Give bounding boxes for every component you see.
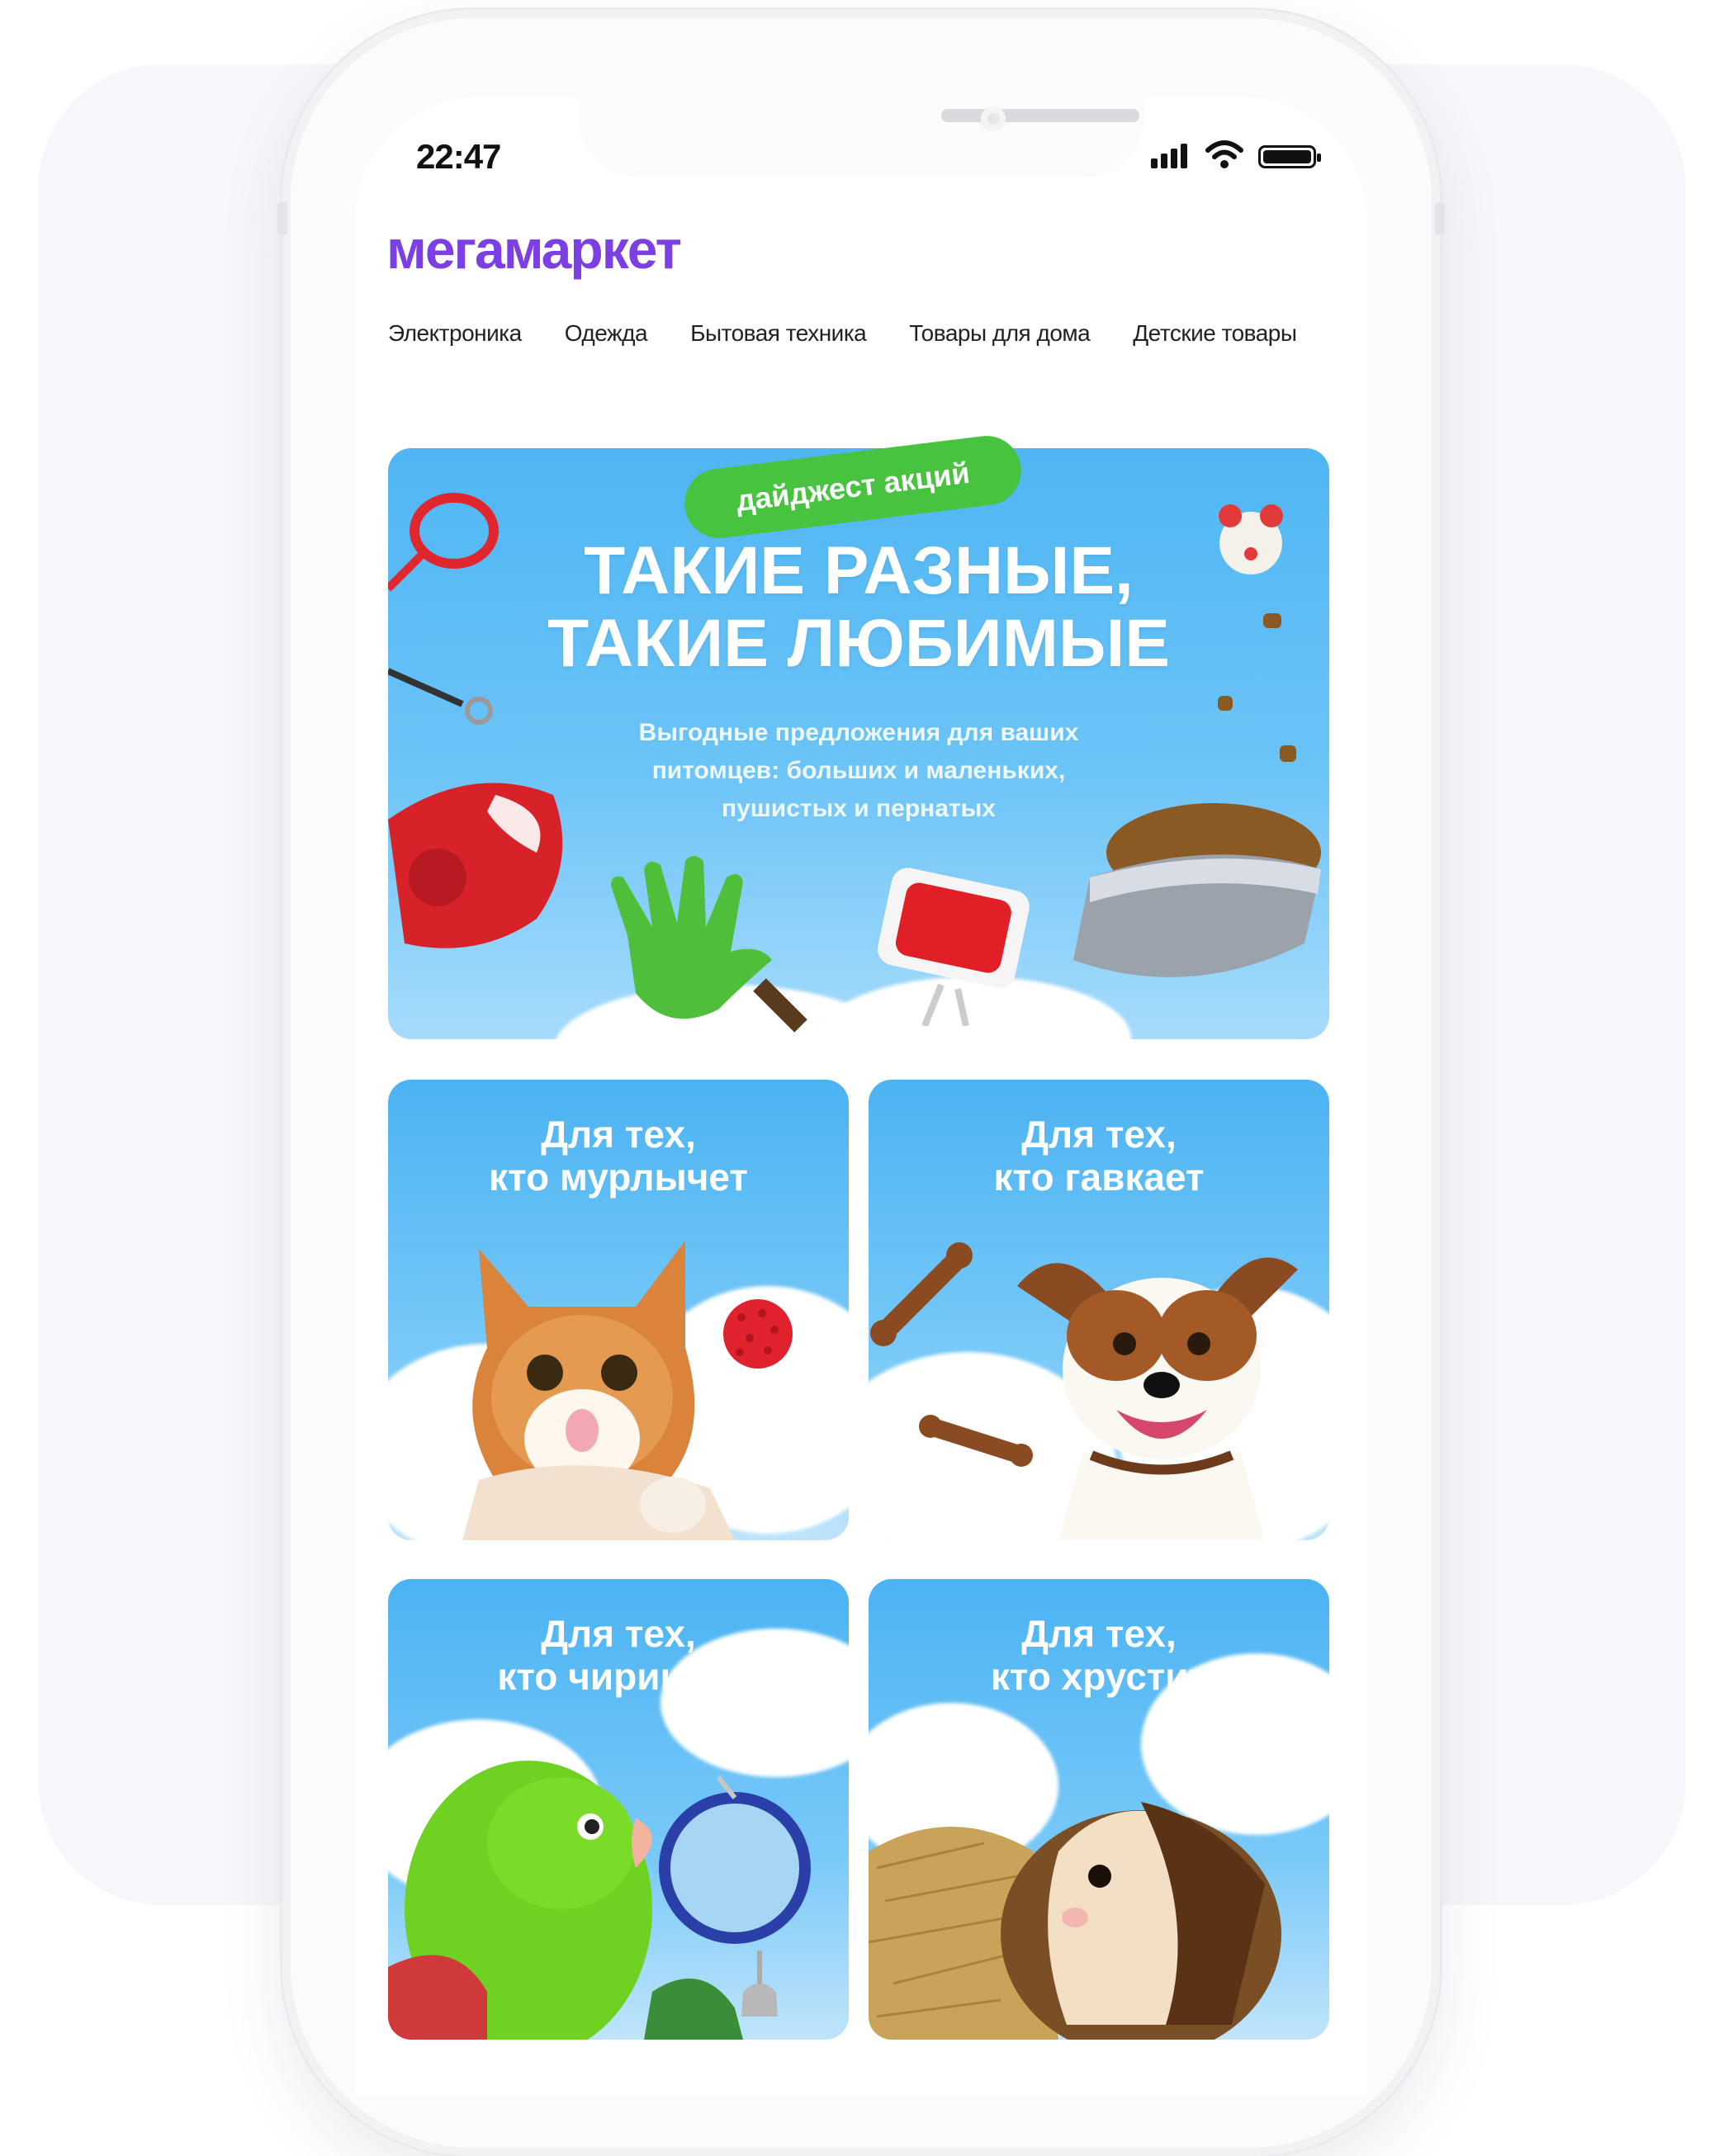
hero-subtitle-line: питомцев: больших и маленьких,	[651, 757, 1066, 784]
guinea-pig-illustration	[869, 1802, 1281, 2040]
phone-screen: 22:47 мегамаркет Электроника Одежда Быто…	[355, 97, 1367, 2095]
nav-item-home-goods[interactable]: Товары для дома	[909, 320, 1090, 347]
kibble-decoration	[1280, 745, 1296, 762]
wifi-icon	[1205, 140, 1243, 168]
card-title-line: кто хрустит	[990, 1655, 1208, 1698]
category-nav: Электроника Одежда Бытовая техника Товар…	[388, 320, 1297, 347]
category-card-rodents[interactable]: Для тех, кто хрустит	[869, 1579, 1329, 2040]
card-title-line: Для тех,	[541, 1113, 696, 1156]
nav-item-electronics[interactable]: Электроника	[388, 320, 522, 347]
hero-title-line: ТАКИЕ РАЗНЫЕ,	[584, 533, 1134, 608]
spiky-ball-toy-icon	[723, 1299, 793, 1369]
card-title-line: Для тех,	[541, 1612, 696, 1655]
nav-item-kids-goods[interactable]: Детские товары	[1133, 320, 1297, 347]
nav-item-clothes[interactable]: Одежда	[565, 320, 648, 347]
parrot-illustration	[388, 1761, 811, 2040]
speaker-grille	[941, 109, 1139, 122]
hero-subtitle-line: пушистых и пернатых	[722, 795, 996, 822]
phone-mute-switch	[277, 202, 287, 235]
card-title: Для тех, кто гавкает	[869, 1113, 1329, 1199]
grooming-glove-icon	[611, 856, 807, 1033]
hero-title-line: ТАКИЕ ЛЮБИМЫЕ	[547, 606, 1170, 681]
battery-icon	[1258, 145, 1321, 168]
hero-subtitle-line: Выгодные предложения для ваших	[638, 719, 1079, 746]
cellular-signal-icon	[1151, 144, 1191, 168]
hero-subtitle: Выгодные предложения для ваших питомцев:…	[570, 714, 1148, 828]
dog-illustration	[1017, 1257, 1298, 1540]
kibble-decoration	[1218, 696, 1233, 711]
brand-logo[interactable]: мегамаркет	[386, 218, 682, 281]
card-title: Для тех, кто хрустит	[869, 1612, 1329, 1698]
pet-brush-icon	[877, 868, 1030, 1026]
card-title-line: кто чирикает	[497, 1655, 740, 1698]
card-title-line: Для тех,	[1021, 1113, 1177, 1156]
cat-illustration	[462, 1241, 735, 1540]
card-title-line: кто мурлычет	[489, 1156, 748, 1199]
category-card-birds[interactable]: Для тех, кто чирикает	[388, 1579, 849, 2040]
dog-bone-treat-icon	[870, 1242, 973, 1346]
card-title-line: кто гавкает	[993, 1156, 1205, 1199]
card-title-line: Для тех,	[1021, 1612, 1177, 1655]
notch	[578, 97, 1144, 177]
category-card-dogs[interactable]: Для тех, кто гавкает	[869, 1080, 1329, 1540]
phone-side-button	[1435, 202, 1445, 235]
front-camera	[981, 106, 1006, 131]
retractable-leash-icon	[388, 782, 563, 948]
hero-title: ТАКИЕ РАЗНЫЕ, ТАКИЕ ЛЮБИМЫЕ	[388, 535, 1329, 680]
status-icons	[1151, 135, 1321, 168]
category-card-cats[interactable]: Для тех, кто мурлычет	[388, 1080, 849, 1540]
card-title: Для тех, кто чирикает	[388, 1612, 849, 1698]
status-time: 22:47	[416, 137, 501, 176]
nav-item-appliances[interactable]: Бытовая техника	[690, 320, 867, 347]
card-title: Для тех, кто мурлычет	[388, 1113, 849, 1199]
promo-hero-banner[interactable]: ТАКИЕ РАЗНЫЕ, ТАКИЕ ЛЮБИМЫЕ Выгодные пре…	[388, 448, 1329, 1039]
